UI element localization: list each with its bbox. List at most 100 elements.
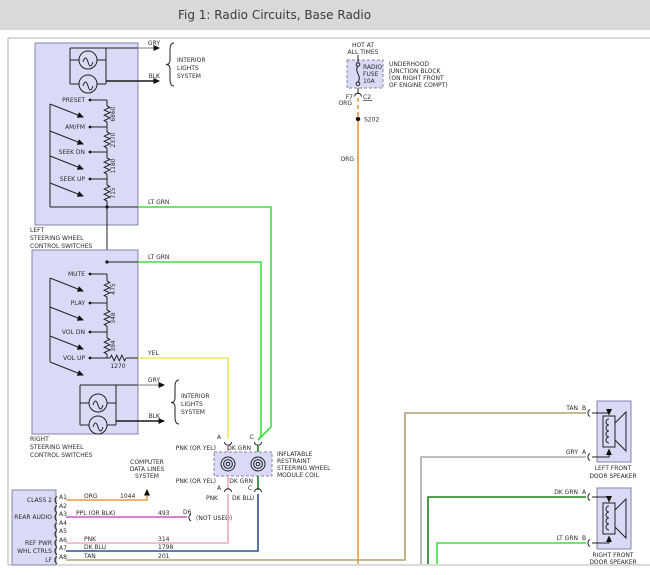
terminal-a-label: A [582, 489, 587, 496]
coil-pin-c-top: C [250, 434, 254, 441]
wire-org-label-1: ORG [338, 100, 352, 107]
computer-data-lines-ref: COMPUTER DATA LINES SYSTEM [130, 459, 165, 480]
pin-a3: A3 [59, 511, 67, 518]
terminal-b-label: B [582, 535, 586, 542]
brace-icon [166, 43, 174, 86]
wire-lt-grn-left [138, 207, 271, 440]
pin-a1: A1 [59, 494, 67, 501]
wire-lt-grn-label-left: LT GRN [148, 199, 169, 206]
left-switch-assembly: GRY BLK PRESET AM/FM SEEK DN SEEK UP [30, 40, 161, 274]
interior-lights-label-2: LIGHTS [181, 401, 203, 408]
all-times-label: ALL TIMES [348, 49, 379, 56]
interior-lights-ref-lower: INTERIOR LIGHTS SYSTEM [171, 380, 210, 424]
switch-seekdn-label: SEEK DN [59, 149, 85, 156]
interior-lights-ref-upper: INTERIOR LIGHTS SYSTEM [166, 43, 206, 86]
switch-play-label: PLAY [71, 300, 86, 307]
cdl-label-3: SYSTEM [135, 473, 159, 480]
junction-block-label-3: (ON RIGHT FRONT [389, 75, 444, 82]
wire-pnk-oryel-bottom-label: PNK (OR YEL) [176, 478, 216, 485]
resistor-value: 715 [110, 187, 117, 199]
resistor-value: 348 [110, 312, 117, 324]
interior-lights-label-2: LIGHTS [177, 65, 199, 72]
wire-dk-blu-circuit: 1798 [158, 544, 173, 551]
junction-block-label-1: UNDERHOOD [389, 61, 429, 68]
wire-org-label-2: ORG [340, 156, 354, 163]
switch-volup-label: VOL UP [63, 355, 85, 362]
pin-a7: A7 [59, 545, 67, 552]
wire-tan-lf-speaker [66, 413, 586, 560]
junction-block-label-4: OF ENGINE COMPT) [389, 82, 448, 89]
speaker-name-1: RIGHT FRONT [592, 552, 634, 559]
interior-lights-label-3: SYSTEM [181, 409, 205, 416]
interior-lights-label-3: SYSTEM [177, 73, 201, 80]
pin-a5: A5 [59, 528, 67, 535]
right-switch-box [32, 250, 138, 434]
wire-gry-terminal-label: GRY [566, 449, 578, 456]
row-label-lf: LF [45, 557, 52, 564]
switch-amfm-label: AM/FM [65, 124, 85, 131]
fuse-name2: FUSE [363, 71, 379, 78]
interior-lights-label-1: INTERIOR [181, 393, 210, 400]
connector-icon [255, 489, 262, 492]
wire-blk-label: BLK [149, 73, 161, 80]
wire-lt-grn-label-right: LT GRN [148, 254, 169, 261]
brace-icon [171, 380, 179, 424]
wire-dk-grn-rf-speaker [428, 497, 586, 564]
coil-pin-a-bottom: A [217, 485, 222, 492]
right-assembly-name-1: RIGHT [30, 436, 49, 443]
wire-pnk-oryel-top-label: PNK (OR YEL) [176, 445, 216, 452]
wire-tan-terminal-label: TAN [565, 405, 578, 412]
connector-icon [255, 442, 262, 445]
splice-s202-icon [356, 117, 360, 121]
switch-mute-label: MUTE [68, 271, 85, 278]
connector-c2-icon [355, 93, 362, 96]
connector-icon [588, 540, 590, 547]
wire-org-class2-circuit: 1044 [120, 493, 135, 500]
wire-blk-label: BLK [149, 413, 161, 420]
row-label-whl-ctrls: WHL CTRLS [17, 548, 52, 555]
cdl-label-2: DATA LINES [130, 466, 165, 473]
speaker-feed-wires [421, 457, 586, 564]
interior-lights-label-1: INTERIOR [177, 57, 206, 64]
fuse-name: RADIO [363, 64, 382, 71]
fuse-rating: 10A [363, 78, 376, 85]
left-assembly-name-2: STEERING WHEEL [30, 235, 84, 242]
resistor-value: 6860 [110, 106, 117, 121]
left-assembly-name-1: LEFT [30, 227, 44, 234]
terminal-a-label: A [582, 449, 587, 456]
wire-gry-label: GRY [148, 377, 160, 384]
switch-seekup-label: SEEK UP [60, 176, 86, 183]
connector-c2-label: C2 [363, 94, 371, 101]
pin-a2: A2 [59, 503, 67, 510]
right-assembly-name-2: STEERING WHEEL [30, 444, 84, 451]
cdl-label-1: COMPUTER [130, 459, 164, 466]
right-assembly-name-3: CONTROL SWITCHES [30, 452, 93, 459]
clockspring-coil: A C PNK (OR YEL) DK GRN INFLATABLE RESTR… [176, 434, 331, 502]
wire-dk-blu-label: DK BLU [84, 544, 106, 551]
wire-dk-grn-top-label: DK GRN [227, 445, 251, 452]
right-switch-assembly: MUTE PLAY VOL DN VOL UP 475 348 394 1270 [30, 250, 164, 459]
wire-pnk-out-label: PNK [206, 495, 219, 502]
wire-org-class2-label: ORG [84, 493, 98, 500]
wire-ppl-circuit: 493 [158, 510, 170, 517]
speaker-name-2: DOOR SPEAKER [589, 473, 636, 480]
coil-label-4: MODULE COIL [277, 472, 320, 479]
connector-icon [588, 494, 590, 501]
pin-a6: A6 [59, 537, 67, 544]
coil-label-2: RESTRAINT [277, 458, 311, 465]
wire-lt-grn-rf-speaker [437, 543, 586, 564]
wire-tan-label: TAN [83, 553, 96, 560]
resistor-value: 1180 [110, 158, 117, 173]
pin-a4: A4 [59, 520, 67, 527]
resistor-value: 2370 [110, 132, 117, 147]
speaker-right-front: DK GRN A LT GRN B RIGHT FRONT DOOR SPEAK… [554, 488, 636, 566]
switch-voldn-label: VOL DN [62, 329, 85, 336]
resistor-value: 394 [110, 340, 117, 352]
page-title: Fig 1: Radio Circuits, Base Radio [178, 8, 371, 22]
switch-signal-wires: LT GRN LT GRN YEL [138, 199, 271, 440]
switch-preset-label: PRESET [62, 97, 85, 104]
not-used-label: (NOT USED) [196, 515, 232, 522]
coil-label-3: STEERING WHEEL [277, 465, 331, 472]
connector-icon [588, 454, 590, 461]
wire-lt-grn-terminal-label: LT GRN [557, 535, 578, 542]
